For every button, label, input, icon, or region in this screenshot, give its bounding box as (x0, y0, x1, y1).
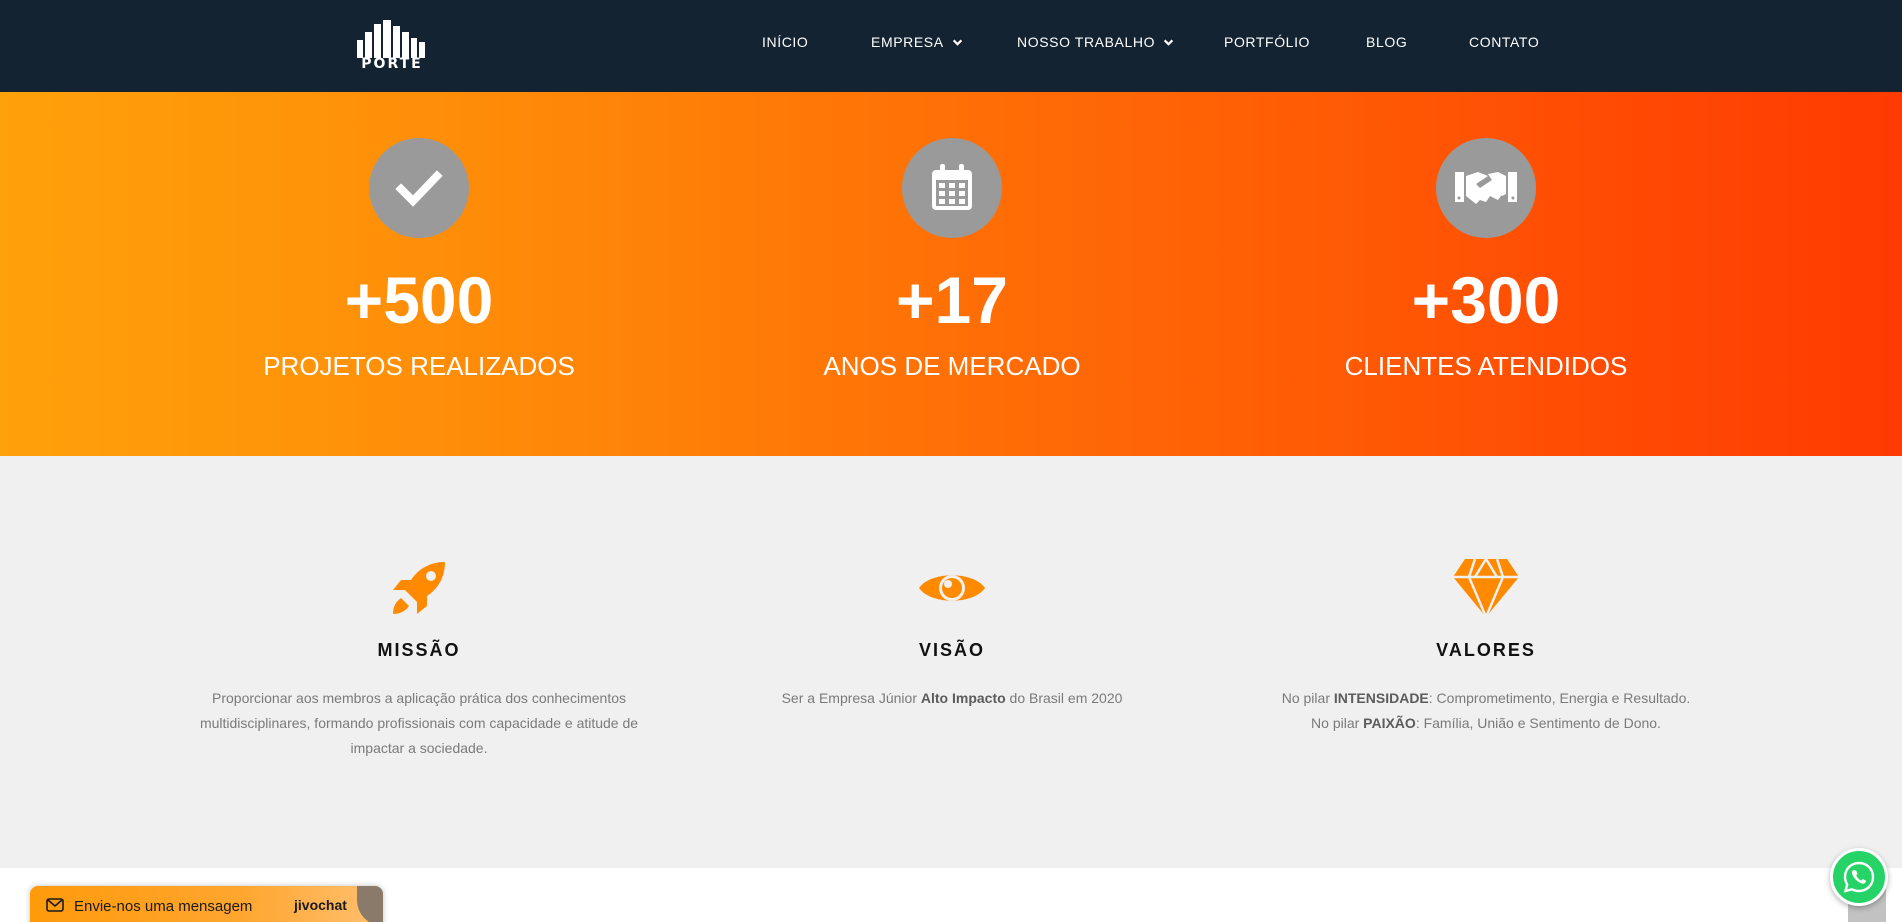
nav-contato-label: CONTATO (1469, 34, 1540, 50)
vision-text-after: do Brasil em 2020 (1005, 690, 1123, 706)
chevron-down-icon (952, 39, 962, 46)
values-line2-before: No pilar (1311, 715, 1364, 731)
mission-vision-values-section: MISSÃO Proporcionar aos membros a aplica… (0, 456, 1902, 868)
values-line-paixao: No pilar PAIXÃO: Família, União e Sentim… (1236, 711, 1736, 736)
values-line-intensidade: No pilar INTENSIDADE: Comprometimento, E… (1236, 686, 1736, 711)
values-line2-bold: PAIXÃO (1363, 715, 1416, 731)
whatsapp-button[interactable] (1830, 848, 1888, 906)
site-header: PORTE INÍCIO EMPRESA NOSSO TRABALHO PORT… (0, 0, 1902, 92)
nav-blog[interactable]: BLOG (1366, 34, 1407, 50)
logo-text: PORTE (361, 56, 423, 72)
porte-logo[interactable]: PORTE (355, 18, 429, 74)
stat-icon-circle (902, 138, 1002, 238)
vision-title: VISÃO (918, 640, 985, 660)
chat-message-label: Envie-nos uma mensagem (74, 898, 253, 915)
nav-blog-label: BLOG (1366, 34, 1408, 50)
nav-inicio-label: INÍCIO (762, 34, 809, 50)
values-title: VALORES (1436, 640, 1536, 660)
handshake-icon (1455, 172, 1517, 204)
stat-number: +300 (1411, 263, 1561, 337)
nav-empresa[interactable]: EMPRESA (871, 34, 963, 50)
logo-buildings-icon (357, 20, 425, 58)
chevron-down-icon (1163, 39, 1174, 46)
nav-empresa-label: EMPRESA (871, 34, 944, 50)
vision-text-before: Ser a Empresa Júnior (781, 690, 921, 706)
stat-number: +500 (344, 263, 494, 337)
vision-text: Ser a Empresa Júnior Alto Impacto do Bra… (732, 686, 1172, 711)
values-line1-after: : Comprometimento, Energia e Resultado. (1428, 690, 1691, 706)
nav-inicio[interactable]: INÍCIO (762, 34, 808, 50)
eye-icon (916, 552, 988, 624)
jivochat-widget[interactable]: Envie-nos uma mensagem jivochat (30, 886, 383, 922)
mission-text: Proporcionar aos membros a aplicação prá… (199, 690, 639, 756)
vision-text-bold: Alto Impacto (920, 690, 1006, 706)
values-line2-after: : Família, União e Sentimento de Dono. (1415, 715, 1661, 731)
stat-label: CLIENTES ATENDIDOS (1344, 351, 1628, 381)
nav-nosso-trabalho[interactable]: NOSSO TRABALHO (1017, 34, 1174, 50)
jivochat-logo: jivochat (294, 897, 347, 913)
stat-label: ANOS DE MERCADO (823, 351, 1081, 381)
nav-portfolio-label: PORTFÓLIO (1224, 34, 1311, 50)
chat-corner-fold (357, 886, 383, 922)
nav-portfolio[interactable]: PORTFÓLIO (1224, 34, 1310, 50)
stat-icon-circle (369, 138, 469, 238)
values-text: No pilar INTENSIDADE: Comprometimento, E… (1236, 686, 1736, 736)
stat-number: +17 (896, 263, 1008, 337)
rocket-icon (383, 552, 455, 624)
mail-icon (46, 898, 64, 912)
check-icon (395, 170, 443, 207)
calendar-icon (932, 164, 972, 210)
stat-label: PROJETOS REALIZADOS (263, 351, 575, 381)
stats-section: +500 PROJETOS REALIZADOS +17 ANOS DE MER (0, 92, 1902, 456)
values-line1-bold: INTENSIDADE (1333, 690, 1429, 706)
nav-contato[interactable]: CONTATO (1469, 34, 1539, 50)
stat-icon-circle (1436, 138, 1536, 238)
whatsapp-icon (1843, 861, 1875, 893)
nav-nosso-trabalho-label: NOSSO TRABALHO (1017, 34, 1156, 50)
mission-title: MISSÃO (377, 640, 461, 660)
values-line1-before: No pilar (1281, 690, 1334, 706)
diamond-icon (1450, 552, 1522, 624)
